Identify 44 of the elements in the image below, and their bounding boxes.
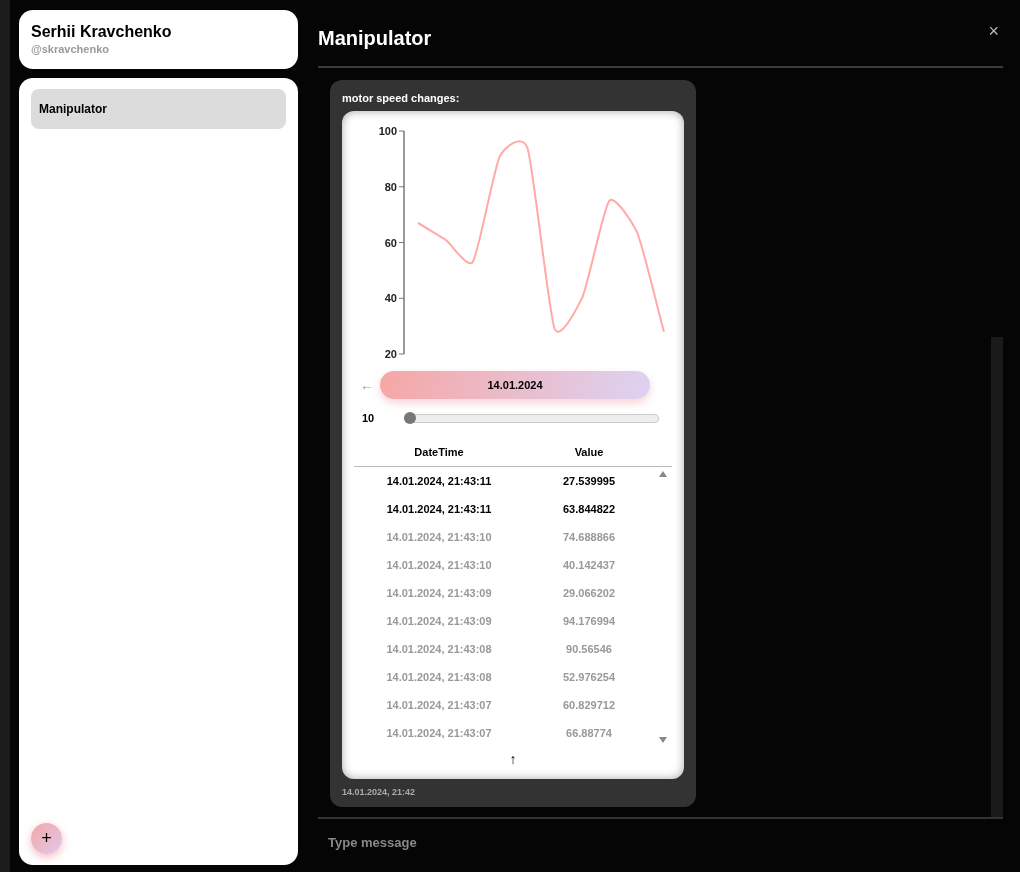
table-cell-text: 14.01.2024, 21:43:09 [385,614,493,629]
table-cell-text: 14.01.2024, 21:43:09 [385,586,493,601]
scroll-down-icon[interactable] [659,737,667,743]
slider-thumb[interactable] [404,411,416,424]
table-cell-text: 74.688866 [562,530,616,545]
message-time: 14.01.2024, 21:42 [342,787,417,797]
scrollbar[interactable] [991,337,1003,817]
user-handle: @skravchenko [31,43,110,55]
user-name: Serhii Kravchenko [31,23,173,41]
tick-label: 80 [384,180,397,193]
table-cell-text: 27.539995 [562,474,616,489]
date-pill[interactable]: 14.01.2024 [380,371,650,399]
slider-value: 10 [362,412,376,424]
table-cell-text: 14.01.2024, 21:43:10 [385,530,493,545]
table-cell-text: 60.829712 [562,698,616,713]
table-cell-text: 14.01.2024, 21:43:11 [385,502,493,517]
tick-label: 40 [384,292,397,305]
table-cell-text: 14.01.2024, 21:43:07 [385,698,493,713]
close-button[interactable]: × [988,20,999,42]
table-cell-text: 63.844822 [562,502,616,517]
add-button[interactable]: + [31,823,62,854]
column-header: DateTime [413,446,465,458]
table-cell-text: 90.56546 [565,642,613,657]
message-title: motor speed changes: [342,92,461,104]
tick-label: 60 [384,236,397,249]
table-cell-text: 14.01.2024, 21:43:07 [385,726,493,741]
tick-label: 20 [384,348,397,360]
table-cell-text: 52.976254 [562,670,616,685]
table-cell-text: 66.88774 [565,726,613,741]
table-cell-text: 14.01.2024, 21:43:11 [385,474,493,489]
message-input[interactable]: Type message [318,817,1003,865]
column-header: Value [573,446,605,458]
table-cell-text: 29.066202 [562,586,616,601]
scroll-up-icon[interactable] [659,471,667,477]
table-cell-text: 14.01.2024, 21:43:08 [385,670,493,685]
chat-title: Manipulator [318,26,432,50]
table-cell-text: 40.142437 [562,558,616,573]
table-cell-text: 14.01.2024, 21:43:08 [385,642,493,657]
slider-track[interactable] [404,413,659,423]
scroll-top-button[interactable]: ↑ [509,751,517,767]
tick-label: 100 [378,125,397,137]
table-cell-text: 14.01.2024, 21:43:10 [385,558,493,573]
chat-item[interactable]: Manipulator [31,89,286,129]
table-cell-text: 94.176994 [562,614,616,629]
